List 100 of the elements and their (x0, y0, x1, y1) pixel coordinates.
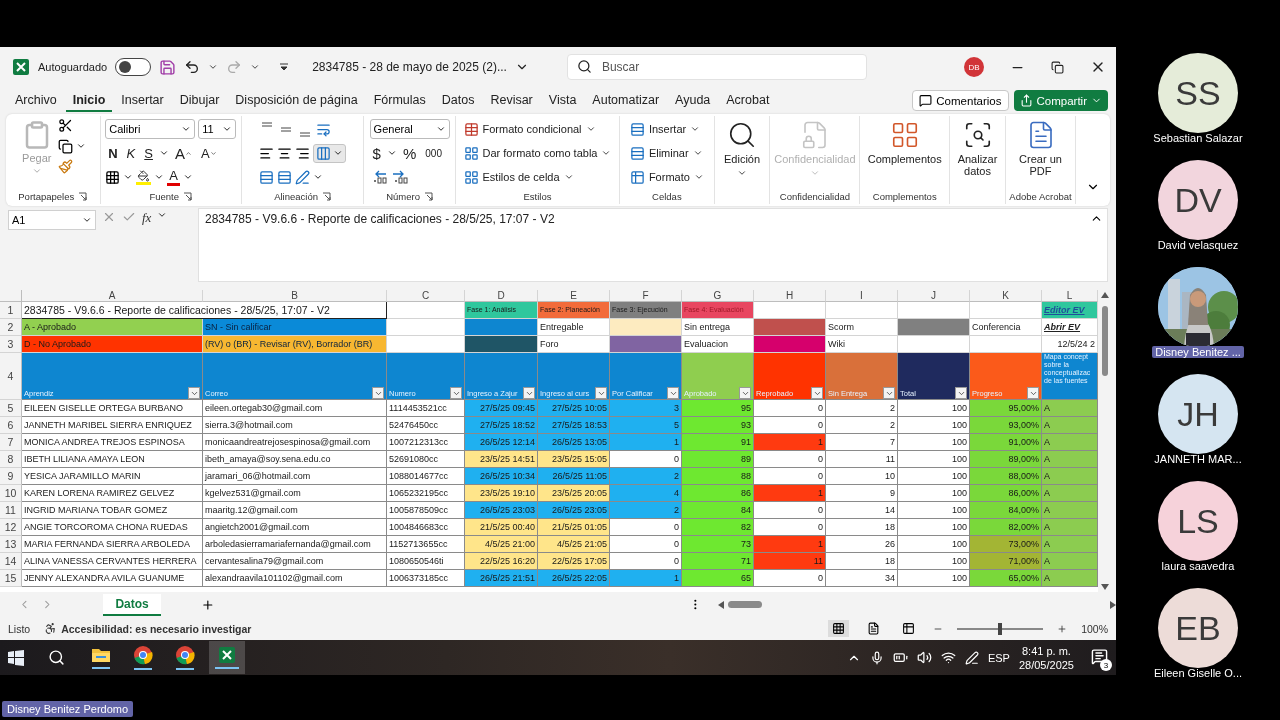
filter-dropdown-button[interactable] (188, 387, 200, 399)
taskbar-app[interactable] (209, 641, 245, 674)
column-header[interactable]: L (1042, 290, 1098, 302)
addins-button[interactable]: Complementos (865, 118, 944, 167)
view-button[interactable] (828, 620, 850, 637)
microphone-icon[interactable] (869, 650, 884, 665)
row-header[interactable]: 8 (0, 451, 22, 468)
zoom-in-icon[interactable] (1057, 623, 1068, 634)
folder-icon[interactable] (91, 646, 111, 664)
column-header[interactable]: J (898, 290, 970, 302)
menu-tab[interactable]: Automatizar (585, 89, 667, 112)
insert-function-button[interactable]: fx (142, 210, 152, 226)
row-header[interactable]: 4 (0, 353, 22, 400)
filter-dropdown-button[interactable] (883, 387, 895, 399)
align-center-icon[interactable] (277, 145, 293, 161)
filter-dropdown-button[interactable] (1027, 387, 1039, 399)
filter-dropdown-button[interactable] (667, 387, 679, 399)
menu-tab[interactable]: Datos (434, 89, 482, 112)
restore-icon[interactable] (1051, 60, 1064, 74)
menu-tab[interactable]: Inicio (65, 89, 113, 112)
row-header[interactable]: 13 (0, 536, 22, 553)
filter-dropdown-button[interactable] (372, 387, 384, 399)
create-pdf-button[interactable]: Crear un PDF (1015, 118, 1066, 179)
column-header[interactable]: K (970, 290, 1042, 302)
percent-button[interactable]: % (399, 144, 420, 162)
autosave-toggle[interactable] (115, 58, 152, 76)
row-header[interactable]: 5 (0, 400, 22, 417)
name-box[interactable]: A1 (8, 210, 96, 230)
cut-icon[interactable] (57, 118, 73, 133)
customize-toolbar-icon[interactable] (278, 61, 291, 73)
menu-tab[interactable]: Acrobat (719, 89, 777, 112)
column-header[interactable]: I (826, 290, 898, 302)
align-right-icon[interactable] (295, 145, 311, 161)
speaker-icon[interactable] (916, 650, 932, 665)
menu-tab[interactable]: Archivo (8, 89, 64, 112)
accessibility-status[interactable]: Accesibilidad: es necesario investigar (61, 622, 252, 635)
dialog-launcher-icon[interactable] (424, 191, 433, 201)
align-left-icon[interactable] (259, 145, 275, 161)
dialog-launcher-icon[interactable] (322, 191, 331, 201)
thousands-button[interactable]: 000 (422, 147, 445, 159)
column-header[interactable]: E (538, 290, 610, 302)
horizontal-scrollbar[interactable] (718, 598, 1116, 611)
dialog-launcher-icon[interactable] (78, 191, 88, 201)
search-icon[interactable] (48, 649, 65, 666)
styles-menu-button[interactable]: Dar formato como tabla (461, 142, 614, 164)
menu-tab[interactable]: Vista (541, 89, 584, 112)
user-avatar[interactable]: DB (964, 57, 984, 77)
zoom-level[interactable]: 100% (1081, 622, 1108, 635)
filter-dropdown-button[interactable] (811, 387, 823, 399)
document-title[interactable]: 2834785 - 28 de mayo de 2025 (2)... (312, 60, 507, 74)
cancel-icon[interactable] (102, 210, 116, 224)
menu-tab[interactable]: Dibujar (172, 89, 227, 112)
scroll-thumb[interactable] (728, 601, 763, 608)
fill-color-icon[interactable] (136, 169, 152, 185)
comments-button[interactable]: Comentarios (912, 90, 1009, 111)
row-header[interactable]: 7 (0, 434, 22, 451)
menu-tab[interactable]: Insertar (114, 89, 171, 112)
filter-dropdown-button[interactable] (739, 387, 751, 399)
number-format-select[interactable]: General (369, 119, 450, 139)
filter-dropdown-button[interactable] (595, 387, 607, 399)
language-indicator[interactable]: ESP (987, 651, 1010, 664)
styles-menu-button[interactable]: Estilos de celda (461, 166, 614, 188)
row-header[interactable]: 12 (0, 519, 22, 536)
copy-icon[interactable] (57, 138, 73, 154)
row-header[interactable]: 11 (0, 502, 22, 519)
column-header[interactable]: B (203, 290, 387, 302)
menu-tab[interactable]: Disposición de página (228, 89, 365, 112)
undo-icon[interactable] (184, 59, 201, 75)
font-color-button[interactable]: A (167, 168, 180, 186)
cells-menu-button[interactable]: Formato (627, 166, 706, 188)
borders-icon[interactable] (105, 169, 121, 185)
clock[interactable]: 8:41 p. m. 28/05/2025 (1018, 643, 1074, 672)
formula-field[interactable]: 2834785 - V9.6.6 - Reporte de calificaciones - 28/5/25, 17:07 - V2 (198, 208, 1108, 282)
font-size-select[interactable]: 11 (198, 119, 237, 139)
save-icon[interactable] (159, 58, 177, 76)
format-painter-icon[interactable] (57, 159, 73, 174)
italic-button[interactable]: K (123, 145, 139, 161)
row-header[interactable]: 1 (0, 302, 22, 319)
wifi-icon[interactable] (940, 650, 956, 665)
grow-font-button[interactable]: A (171, 144, 195, 162)
column-header[interactable]: G (682, 290, 754, 302)
pen-icon[interactable] (964, 650, 979, 665)
battery-icon[interactable] (892, 650, 908, 665)
cells-menu-button[interactable]: Insertar (627, 118, 706, 140)
currency-button[interactable]: $ (369, 144, 384, 162)
underline-button[interactable]: S (141, 145, 156, 161)
share-button[interactable]: Compartir (1013, 90, 1108, 111)
scroll-right-icon[interactable] (1110, 600, 1116, 609)
analyze-data-button[interactable]: Analizar datos (954, 118, 1001, 179)
filter-dropdown-button[interactable] (955, 387, 967, 399)
row-header[interactable]: 9 (0, 468, 22, 485)
browser-icon[interactable] (175, 645, 195, 665)
styles-menu-button[interactable]: Formato condicional (461, 118, 614, 140)
column-header[interactable]: F (610, 290, 682, 302)
cells-menu-button[interactable]: Eliminar (627, 142, 706, 164)
wrap-text-icon[interactable] (316, 121, 332, 137)
column-header[interactable]: H (754, 290, 826, 302)
column-header[interactable]: C (387, 290, 465, 302)
row-header[interactable]: 14 (0, 553, 22, 570)
start-icon[interactable] (8, 649, 24, 666)
